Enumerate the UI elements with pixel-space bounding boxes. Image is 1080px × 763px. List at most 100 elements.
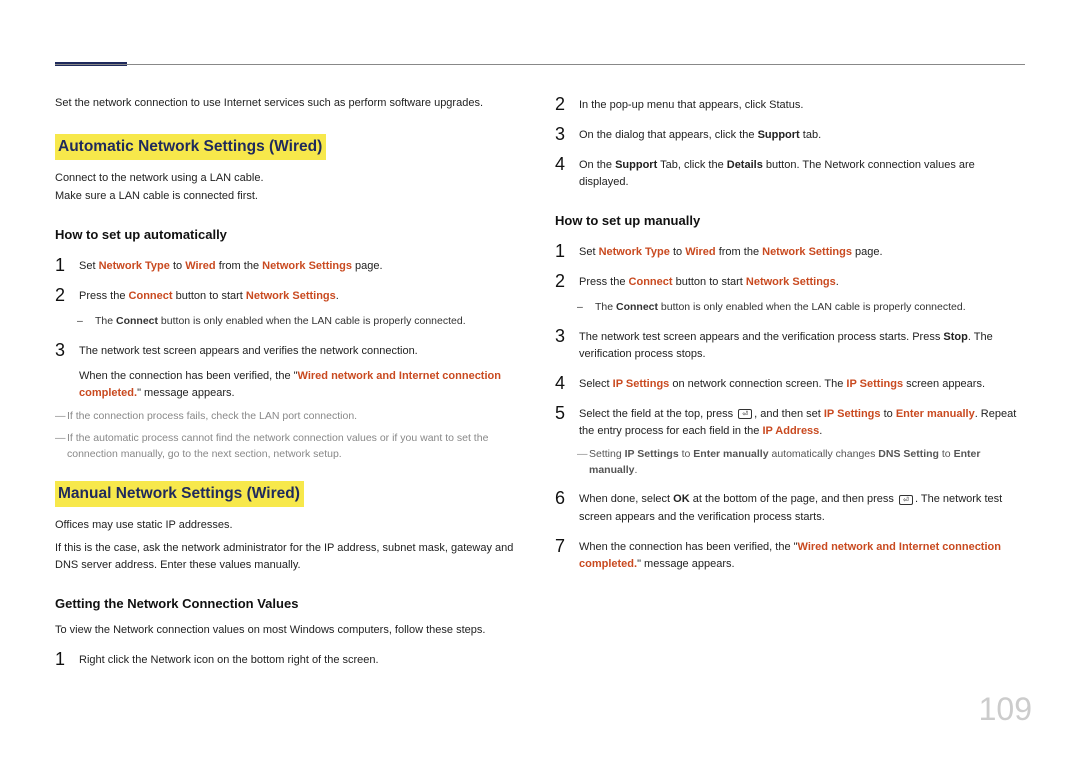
- text: page.: [352, 260, 383, 272]
- step-number: 3: [555, 327, 579, 345]
- right-column: 2 In the pop-up menu that appears, click…: [555, 95, 1025, 669]
- text: Setting: [589, 448, 625, 460]
- bold-text: IP Settings: [625, 448, 679, 460]
- red-text: Network Settings: [246, 290, 336, 302]
- bold-text: Details: [727, 159, 763, 171]
- red-text: Connect: [129, 290, 173, 302]
- dash-icon: ‒: [577, 299, 595, 315]
- step-body: In the pop-up menu that appears, click S…: [579, 95, 1025, 114]
- bold-text: DNS Setting: [878, 448, 939, 460]
- intro-text: Set the network connection to use Intern…: [55, 95, 525, 112]
- enter-icon: ⏎: [899, 495, 913, 505]
- text: Set: [579, 246, 599, 258]
- step-body: Select IP Settings on network connection…: [579, 374, 1025, 393]
- text: from the: [716, 246, 762, 258]
- text: " message appears.: [137, 387, 234, 399]
- step-row: 3 The network test screen appears and th…: [555, 327, 1025, 363]
- text: button to start: [173, 290, 246, 302]
- grey-note: ― If the connection process fails, check…: [55, 408, 525, 424]
- text: When done, select: [579, 493, 673, 505]
- text: The network test screen appears and the …: [579, 331, 943, 343]
- step-number: 1: [555, 242, 579, 260]
- text: When the connection has been verified, t…: [79, 368, 525, 402]
- page-header: [55, 63, 1025, 71]
- step-row: 6 When done, select OK at the bottom of …: [555, 489, 1025, 525]
- step-row: 1 Set Network Type to Wired from the Net…: [55, 256, 525, 275]
- dash-icon: ―: [55, 408, 67, 424]
- step-number: 4: [555, 155, 579, 173]
- text: .: [635, 464, 638, 476]
- red-text: Network Settings: [762, 246, 852, 258]
- step-number: 1: [55, 650, 79, 668]
- text: , and then set: [754, 408, 824, 420]
- red-text: IP Settings: [846, 378, 903, 390]
- red-text: Wired: [185, 260, 215, 272]
- paragraph: If this is the case, ask the network adm…: [55, 540, 525, 574]
- text: from the: [216, 260, 262, 272]
- step-row: 5 Select the field at the top, press ⏎, …: [555, 404, 1025, 440]
- text: Press the: [579, 276, 629, 288]
- dash-note: ‒ The Connect button is only enabled whe…: [55, 313, 525, 329]
- red-text: Network Type: [99, 260, 170, 272]
- step-body: Set Network Type to Wired from the Netwo…: [579, 242, 1025, 261]
- text: to: [170, 260, 185, 272]
- paragraph: Connect to the network using a LAN cable…: [55, 170, 525, 187]
- step-body: When the connection has been verified, t…: [579, 537, 1025, 573]
- text: at the bottom of the page, and then pres…: [690, 493, 897, 505]
- text: to: [881, 408, 896, 420]
- bold-text: Connect: [116, 315, 158, 327]
- text: Select the field at the top, press: [579, 408, 736, 420]
- text: .: [336, 290, 339, 302]
- text: When the connection has been verified, t…: [79, 370, 298, 382]
- text: page.: [852, 246, 883, 258]
- text: " message appears.: [637, 558, 734, 570]
- paragraph: To view the Network connection values on…: [55, 622, 525, 639]
- step-number: 6: [555, 489, 579, 507]
- text: Press the: [79, 290, 129, 302]
- text: to: [939, 448, 954, 460]
- text: .: [836, 276, 839, 288]
- text: to: [679, 448, 694, 460]
- note-text: If the automatic process cannot find the…: [67, 430, 525, 463]
- step-number: 2: [555, 95, 579, 113]
- note-text: Setting IP Settings to Enter manually au…: [589, 446, 1025, 479]
- step-body: The network test screen appears and veri…: [79, 341, 525, 402]
- step-number: 7: [555, 537, 579, 555]
- red-text: Wired: [685, 246, 715, 258]
- step-body: On the dialog that appears, click the Su…: [579, 125, 1025, 144]
- bold-text: OK: [673, 493, 690, 505]
- step-number: 4: [555, 374, 579, 392]
- text: to: [670, 246, 685, 258]
- text: Select: [579, 378, 613, 390]
- step-body: When done, select OK at the bottom of th…: [579, 489, 1025, 525]
- text: on network connection screen. The: [669, 378, 846, 390]
- sub-heading-auto: How to set up automatically: [55, 225, 525, 245]
- step-number: 3: [55, 341, 79, 359]
- red-text: Connect: [629, 276, 673, 288]
- note-text: If the connection process fails, check t…: [67, 408, 525, 424]
- text: tab.: [800, 129, 821, 141]
- header-rule: [55, 64, 1025, 65]
- red-text: Network Settings: [262, 260, 352, 272]
- bold-text: Connect: [616, 301, 658, 313]
- sub-heading-manual-setup: How to set up manually: [555, 211, 1025, 231]
- text: screen appears.: [903, 378, 985, 390]
- step-number: 2: [55, 286, 79, 304]
- sub-heading-values: Getting the Network Connection Values: [55, 594, 525, 614]
- step-row: 3 The network test screen appears and ve…: [55, 341, 525, 402]
- step-number: 1: [55, 256, 79, 274]
- section-heading-manual: Manual Network Settings (Wired): [55, 481, 304, 507]
- text: button is only enabled when the LAN cabl…: [658, 301, 966, 313]
- red-text: Enter manually: [896, 408, 975, 420]
- text: automatically changes: [769, 448, 879, 460]
- step-row: 2 Press the Connect button to start Netw…: [555, 272, 1025, 291]
- text: button to start: [673, 276, 746, 288]
- step-row: 1 Right click the Network icon on the bo…: [55, 650, 525, 669]
- text: On the dialog that appears, click the: [579, 129, 758, 141]
- step-row: 1 Set Network Type to Wired from the Net…: [555, 242, 1025, 261]
- text: Set: [79, 260, 99, 272]
- grey-note: ― If the automatic process cannot find t…: [55, 430, 525, 463]
- step-row: 4 Select IP Settings on network connecti…: [555, 374, 1025, 393]
- dash-text: The Connect button is only enabled when …: [595, 299, 1025, 315]
- step-body: Set Network Type to Wired from the Netwo…: [79, 256, 525, 275]
